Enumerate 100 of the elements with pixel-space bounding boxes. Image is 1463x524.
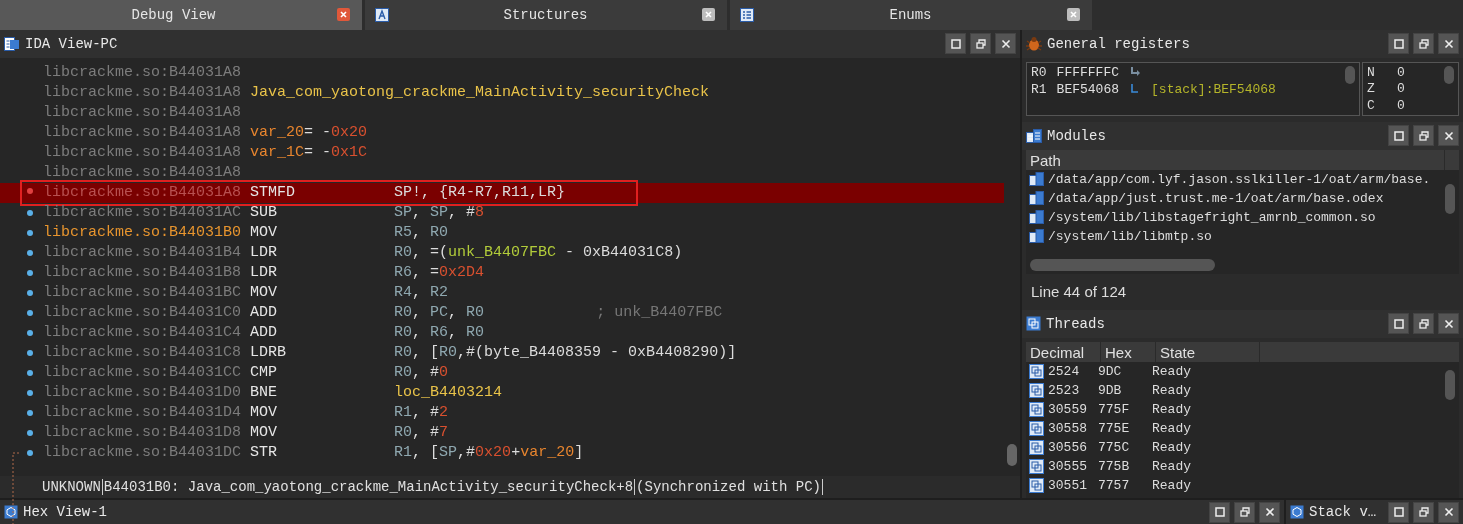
module-path[interactable]: /data/app/com.lyf.jason.sslkiller-1/oat/arm/base. <box>1048 171 1431 187</box>
table-cell-text: 7757 <box>1098 477 1131 493</box>
module-icon <box>1026 128 1042 143</box>
restore-button[interactable] <box>970 33 991 55</box>
close-icon[interactable] <box>702 8 715 22</box>
panel-title: Modules <box>1047 127 1107 144</box>
maximize-button[interactable] <box>1388 33 1409 55</box>
line-dot-icon[interactable] <box>27 309 33 316</box>
hook-arrow-icon <box>1129 66 1142 79</box>
module-path[interactable]: /system/lib/libmtp.so <box>1048 228 1212 244</box>
breakpoint-icon[interactable] <box>27 187 33 194</box>
mnemonic-text: LDRB <box>250 344 288 362</box>
status-text: B44031B0: Java_com_yaotong_crackme_MainActivity_securityCheck+8 <box>103 479 634 496</box>
address-text: libcrackme.so:B44031C8 <box>43 344 242 362</box>
column-header[interactable]: Hex <box>1101 341 1156 362</box>
line-dot-icon[interactable] <box>27 369 33 376</box>
maximize-icon <box>1392 37 1405 50</box>
operand-text: SP, SP, #8 <box>394 204 485 222</box>
address-text: libcrackme.so:B44031BC <box>43 284 242 302</box>
line-dot-icon[interactable] <box>27 209 33 216</box>
close-icon <box>1442 37 1455 50</box>
restore-icon <box>1417 506 1430 519</box>
address-text: libcrackme.so:B44031A8 <box>43 64 242 82</box>
threads-icon <box>1029 363 1044 379</box>
address-text: libcrackme.so:B44031D4 <box>43 404 242 422</box>
line-dot-icon[interactable] <box>27 449 33 456</box>
maximize-button[interactable] <box>1388 125 1409 147</box>
scrollbar-thumb[interactable] <box>1445 183 1455 214</box>
address-text: libcrackme.so:B44031A8 <box>43 184 242 202</box>
operand-text: R6, =0x2D4 <box>394 264 485 282</box>
mnemonic-text: SUB <box>250 204 279 222</box>
table-cell: Ready <box>1152 439 1191 455</box>
mnemonic-text: STR <box>250 444 279 462</box>
operand-text: loc_B4403214 <box>394 384 503 402</box>
address-text: libcrackme.so:B44031A8 <box>43 144 242 162</box>
close-button[interactable] <box>995 33 1016 55</box>
module-path[interactable]: /data/app/just.trust.me-1/oat/arm/base.odex <box>1048 190 1384 206</box>
restore-button[interactable] <box>1413 33 1434 55</box>
register-value: FFFFFFFC <box>1056 64 1120 80</box>
scrollbar-thumb[interactable] <box>1345 65 1355 84</box>
module-path[interactable]: /system/lib/libstagefright_amrnb_common.so <box>1048 209 1376 225</box>
structure-icon <box>375 7 389 22</box>
operand-text: R1, #2 <box>394 404 449 422</box>
operand-text: R4, R2 <box>394 284 449 302</box>
table-cell: Ready <box>1152 458 1191 474</box>
address-text: libcrackme.so:B44031A8 <box>43 84 242 102</box>
close-button[interactable] <box>1438 33 1459 55</box>
restore-button[interactable] <box>1413 501 1434 523</box>
column-header[interactable]: Decimal <box>1026 341 1101 362</box>
close-button[interactable] <box>1438 501 1459 523</box>
column-header[interactable]: State <box>1156 341 1260 362</box>
address-text: libcrackme.so:B44031A8 <box>43 164 242 182</box>
line-dot-icon[interactable] <box>27 249 33 256</box>
scrollbar-thumb[interactable] <box>1030 258 1215 271</box>
module-icon <box>1029 191 1044 206</box>
tab[interactable]: Enums <box>730 0 1092 30</box>
mnemonic-text: LDR <box>250 244 279 262</box>
line-dot-icon[interactable] <box>27 269 33 276</box>
scrollbar-thumb[interactable] <box>1445 369 1455 400</box>
scrollbar-thumb[interactable] <box>1444 65 1454 84</box>
bug-icon <box>1026 36 1042 52</box>
close-icon <box>1263 506 1276 519</box>
restore-button[interactable] <box>1413 125 1434 147</box>
line-dot-icon[interactable] <box>27 389 33 396</box>
line-dot-icon[interactable] <box>27 229 33 236</box>
mnemonic-text: CMP <box>250 364 279 382</box>
restore-button[interactable] <box>1234 501 1255 523</box>
line-dot-icon[interactable] <box>27 409 33 416</box>
maximize-button[interactable] <box>1209 501 1230 523</box>
mnemonic-text: MOV <box>250 404 279 422</box>
restore-icon <box>974 37 987 50</box>
table-cell-text: 2524 <box>1048 363 1081 379</box>
scrollbar-thumb[interactable] <box>1007 443 1017 466</box>
tab[interactable]: Structures <box>365 0 727 30</box>
close-button[interactable] <box>1438 125 1459 147</box>
status-text: UNKNOWN <box>42 479 101 496</box>
line-dot-icon[interactable] <box>27 349 33 356</box>
table-cell-text: 775B <box>1098 458 1131 474</box>
line-dot-icon[interactable] <box>27 429 33 436</box>
line-dot-icon[interactable] <box>27 289 33 296</box>
address-text: libcrackme.so:B44031B0 <box>43 224 242 242</box>
flag-value: 0 <box>1397 81 1405 97</box>
maximize-button[interactable] <box>1388 313 1409 335</box>
table-cell-text: 775F <box>1098 401 1131 417</box>
panel-title: Stack v… <box>1309 504 1378 521</box>
tab[interactable]: Debug View <box>0 0 362 30</box>
close-icon[interactable] <box>1067 8 1080 22</box>
close-button[interactable] <box>1438 313 1459 335</box>
register-note: [stack]:BEF54068 <box>1151 81 1276 97</box>
restore-button[interactable] <box>1413 313 1434 335</box>
mnemonic-text: BNE <box>250 384 279 402</box>
maximize-button[interactable] <box>945 33 966 55</box>
address-text: libcrackme.so:B44031DC <box>43 444 242 462</box>
line-dot-icon[interactable] <box>27 329 33 336</box>
table-cell: Ready <box>1152 420 1191 436</box>
close-icon[interactable] <box>337 8 350 22</box>
panel-title: Hex View-1 <box>23 504 108 521</box>
maximize-button[interactable] <box>1388 501 1409 523</box>
close-button[interactable] <box>1259 501 1280 523</box>
threads-icon <box>1029 401 1044 417</box>
